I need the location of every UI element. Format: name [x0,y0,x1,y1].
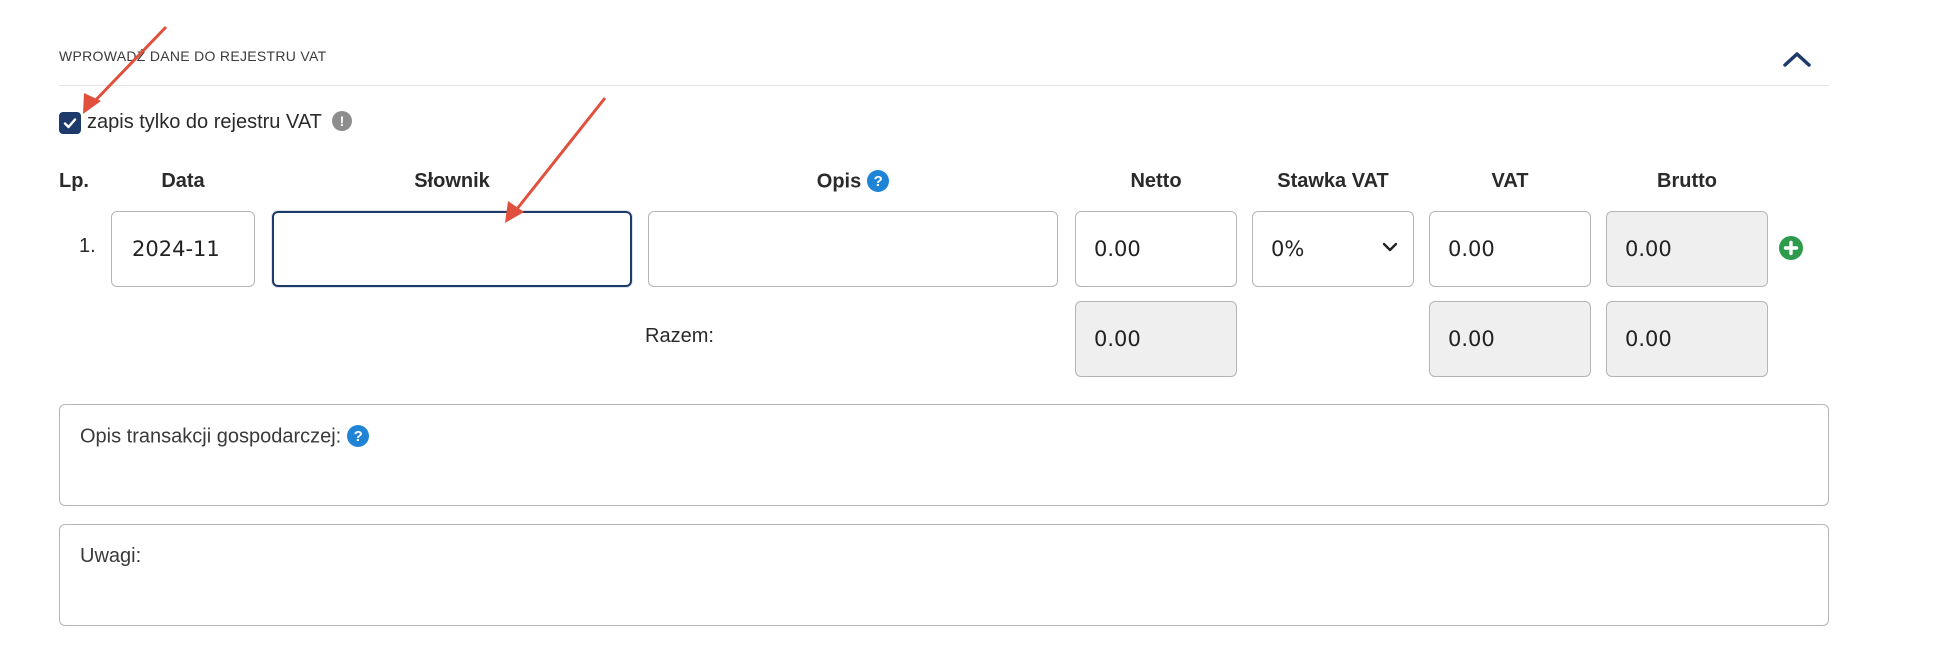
column-header-slownik: Słownik [414,170,490,192]
transaction-description-label: Opis transakcji gospodarczej:? [80,425,370,449]
chevron-down-icon [1382,242,1398,252]
vat-rate-select[interactable]: 0% [1252,211,1414,287]
column-header-data: Data [161,170,205,192]
transaction-help-icon[interactable]: ? [347,425,370,447]
date-input[interactable]: 2024-11 [111,211,255,287]
notes-label: Uwagi: [80,545,142,567]
annotation-arrow-1-line [88,25,168,108]
collapse-chevron-up-icon[interactable] [1780,46,1814,72]
total-netto: 0.00 [1075,301,1237,377]
total-brutto: 0.00 [1606,301,1768,377]
column-header-opis-label: Opis [816,170,862,193]
total-vat: 0.00 [1429,301,1591,377]
add-row-plus-icon[interactable] [1779,236,1803,260]
notes-textarea[interactable]: Uwagi: [59,524,1829,626]
column-header-lp: Lp. [59,170,89,192]
column-header-vat: VAT [1491,170,1529,192]
vat-only-option: zapis tylko do rejestru VAT ! [59,110,352,134]
vat-amount-input[interactable]: 0.00 [1429,211,1591,287]
opis-help-icon[interactable]: ? [867,170,890,192]
section-title: WPROWADŹ DANE DO REJESTRU VAT [59,48,327,64]
section-divider [59,85,1829,86]
transaction-description-textarea[interactable]: Opis transakcji gospodarczej:? [59,404,1829,506]
opis-input[interactable] [648,211,1058,287]
column-header-stawka-vat: Stawka VAT [1277,170,1389,192]
vat-rate-value: 0% [1271,237,1305,261]
annotation-arrow-2-line [511,97,607,215]
transaction-description-label-text: Opis transakcji gospodarczej: [80,425,342,448]
info-icon[interactable]: ! [331,110,352,131]
row-number: 1. [79,235,96,257]
slownik-input[interactable] [272,211,632,287]
totals-label: Razem: [645,325,714,347]
netto-input[interactable]: 0.00 [1075,211,1237,287]
vat-only-label[interactable]: zapis tylko do rejestru VAT [87,111,322,134]
column-header-netto: Netto [1130,170,1182,192]
column-header-opis: Opis? [648,170,1058,194]
vat-only-checkbox[interactable] [59,111,81,134]
column-header-brutto: Brutto [1657,170,1717,192]
brutto-readonly: 0.00 [1606,211,1768,287]
